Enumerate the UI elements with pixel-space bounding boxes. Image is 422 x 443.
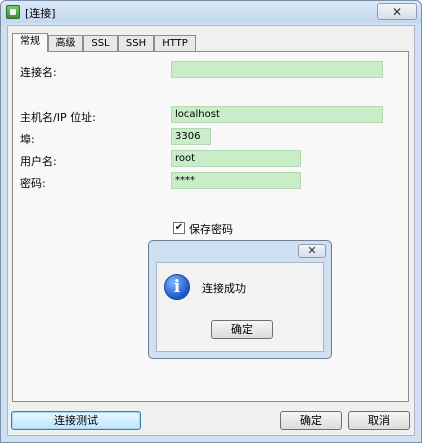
connection-name-input[interactable]	[171, 61, 383, 78]
tab-ssl[interactable]: SSL	[83, 35, 118, 51]
message-text: 连接成功	[202, 282, 246, 295]
test-connection-button[interactable]: 连接测试	[11, 411, 141, 430]
save-password-label[interactable]: 保存密码	[189, 221, 233, 237]
username-label: 用户名:	[20, 155, 57, 168]
tab-ssh[interactable]: SSH	[118, 35, 154, 51]
message-box: ✕ i 连接成功 确定	[148, 240, 332, 359]
dialog-client-area: 常规 高级 SSL SSH HTTP 连接名: 主机名/IP 位址: local…	[7, 25, 415, 436]
window-title: [连接]	[25, 7, 56, 20]
tab-advanced[interactable]: 高级	[48, 35, 83, 51]
info-icon: i	[164, 274, 190, 300]
password-label: 密码:	[20, 177, 46, 190]
navicat-icon	[6, 5, 20, 19]
message-close-button[interactable]: ✕	[298, 244, 326, 258]
connection-dialog: [连接] ✕ 常规 高级 SSL SSH HTTP 连接名: 主机名/IP 位址…	[0, 0, 422, 443]
ok-button[interactable]: 确定	[280, 411, 342, 430]
tab-general[interactable]: 常规	[12, 33, 48, 52]
cancel-button[interactable]: 取消	[348, 411, 410, 430]
username-input[interactable]: root	[171, 150, 301, 167]
connection-name-label: 连接名:	[20, 66, 57, 79]
port-label: 埠:	[20, 133, 35, 146]
message-ok-button[interactable]: 确定	[211, 320, 273, 339]
save-password-checkbox[interactable]: ✔	[173, 222, 185, 234]
tab-http[interactable]: HTTP	[154, 35, 196, 51]
host-input[interactable]: localhost	[171, 106, 383, 123]
port-input[interactable]: 3306	[171, 128, 211, 145]
host-label: 主机名/IP 位址:	[20, 111, 96, 124]
title-bar[interactable]: [连接] ✕	[1, 1, 421, 23]
message-body: i 连接成功 确定	[156, 262, 324, 352]
password-input[interactable]: ****	[171, 172, 301, 189]
close-button[interactable]: ✕	[377, 3, 417, 20]
